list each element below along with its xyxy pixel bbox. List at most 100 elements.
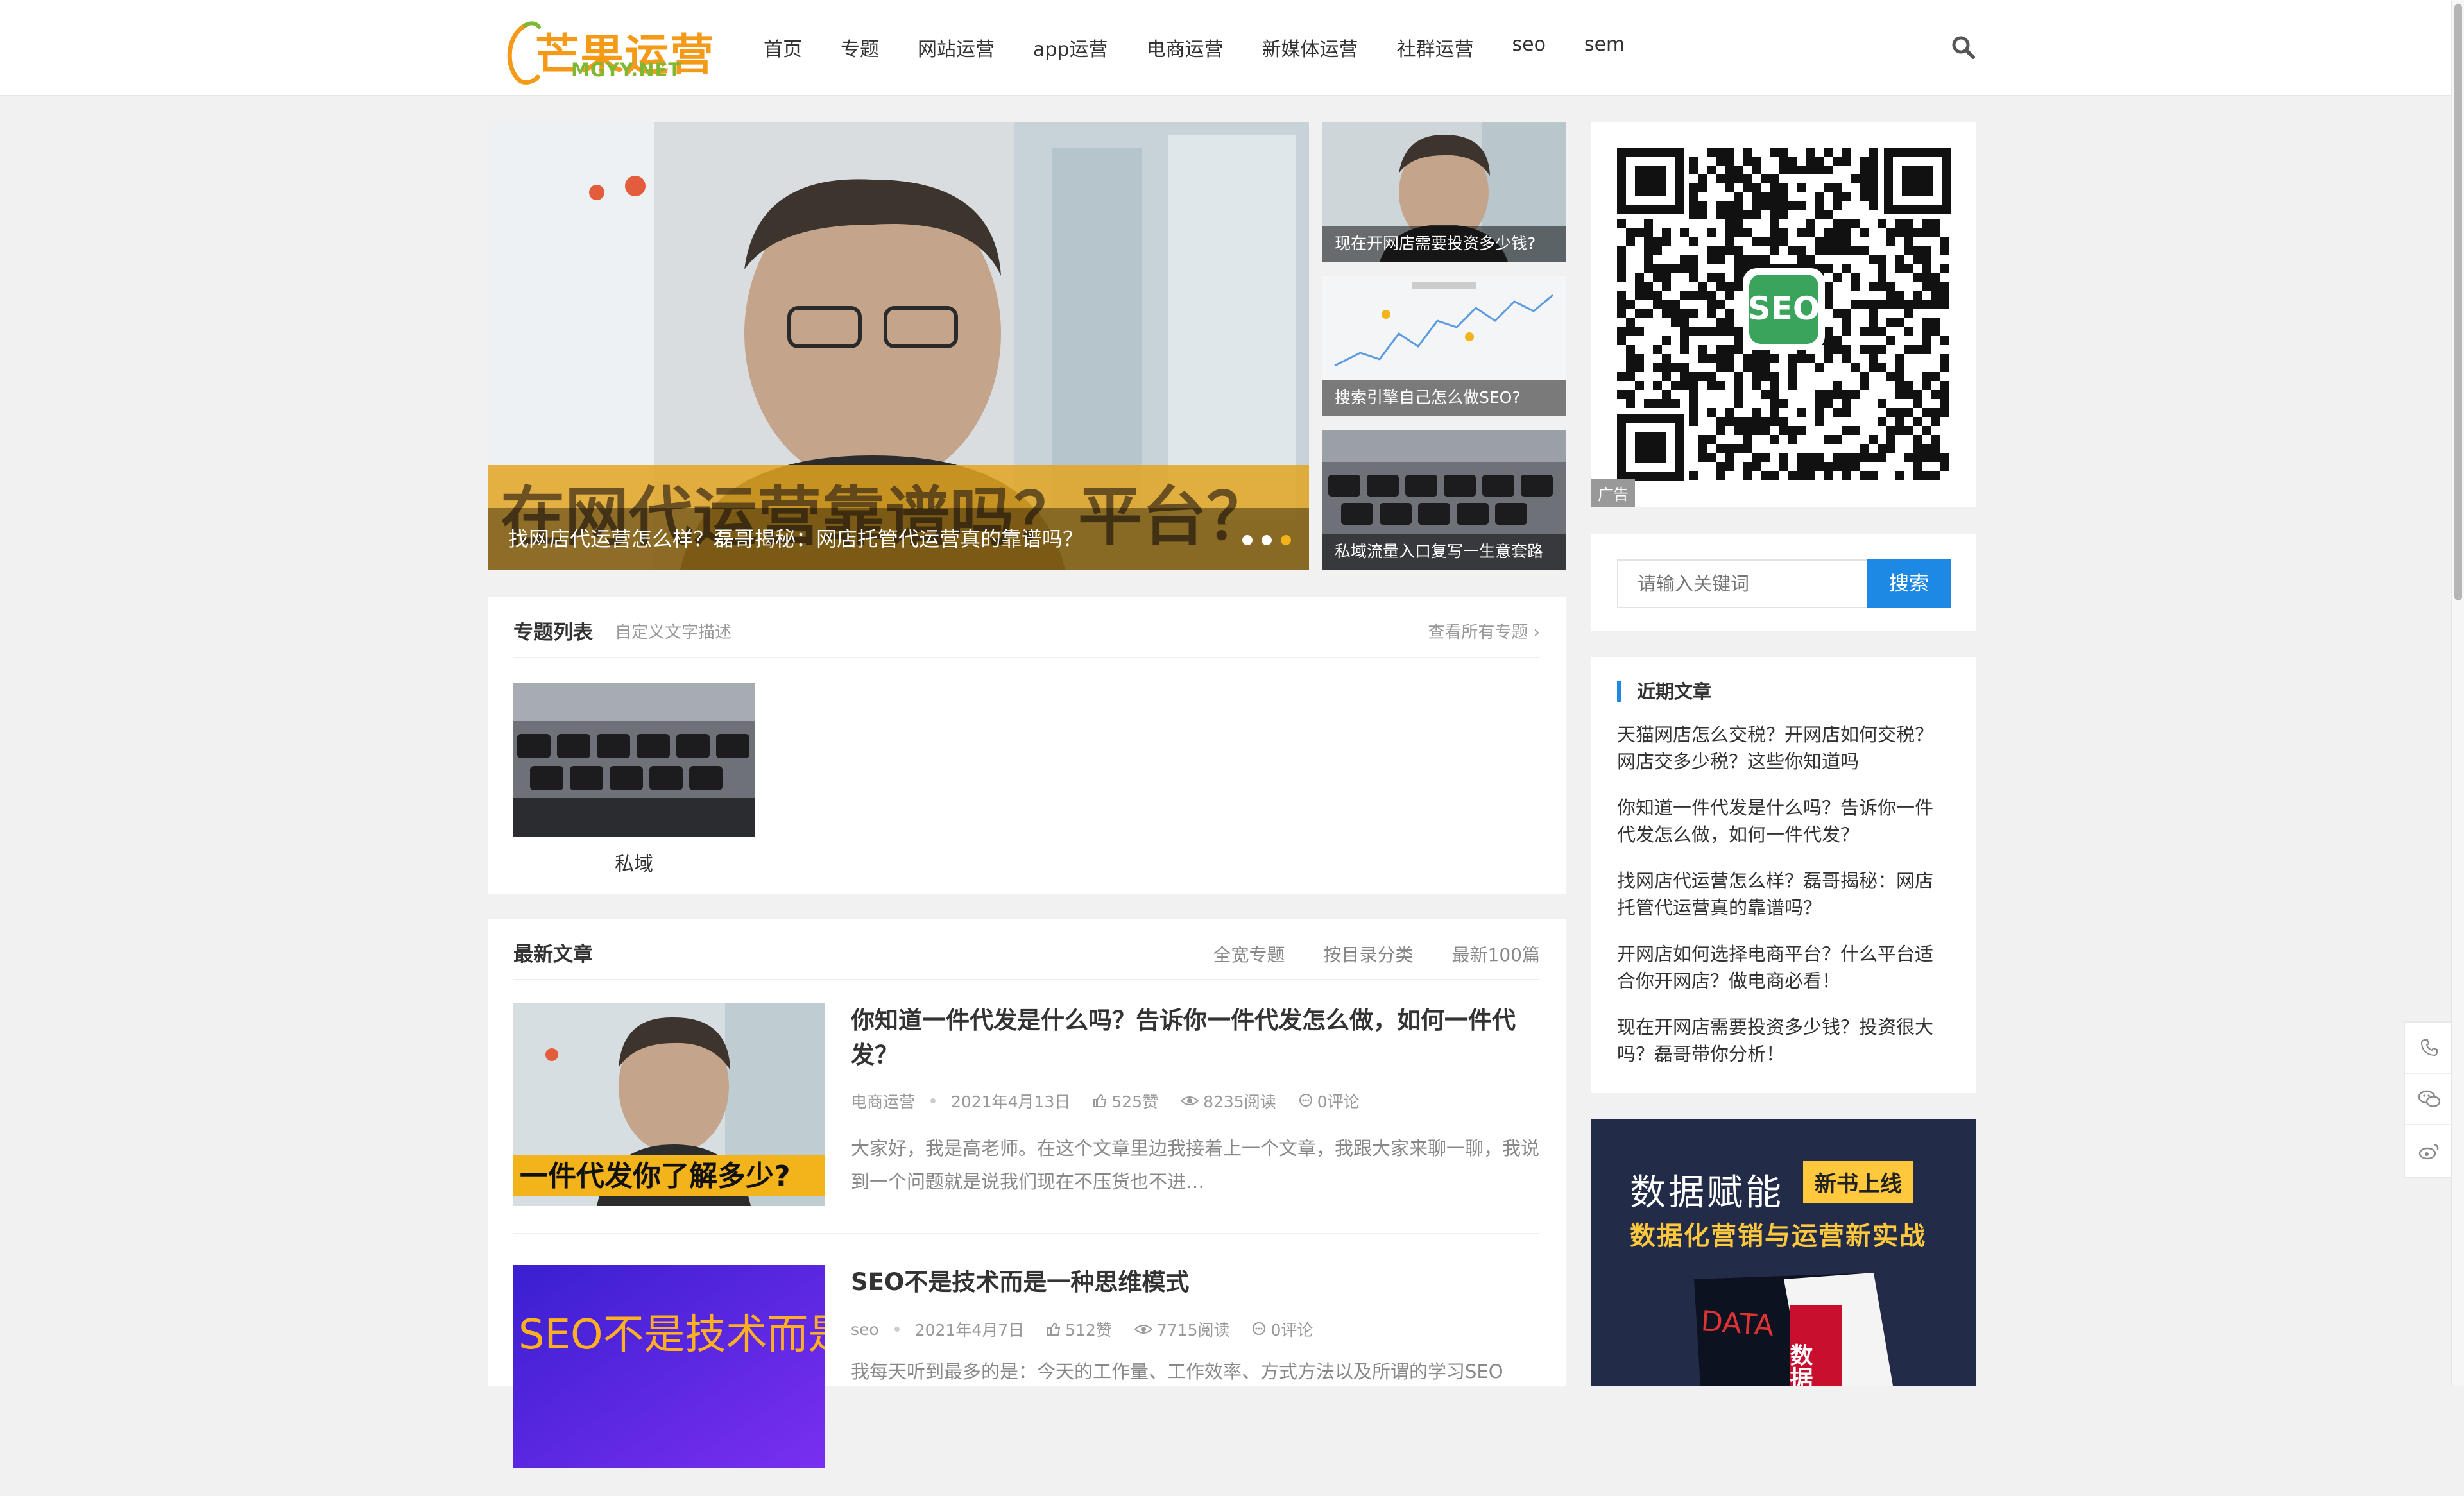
- site-header: 芒果运营 MGYY.NET 首页 专题 网站运营 app运营 电商运营 新媒体运…: [0, 0, 2451, 96]
- meta-separator: [930, 1098, 936, 1103]
- page-scrollbar[interactable]: [2451, 0, 2464, 1386]
- thumbs-up-icon: [1047, 1322, 1061, 1336]
- article-category[interactable]: 电商运营: [851, 1089, 915, 1112]
- article-image-text: 一件代发你了解多少?: [520, 1160, 791, 1193]
- article-thumbnail[interactable]: SEO不是技术而是一种思维模式: [513, 1265, 825, 1468]
- article-likes-count: 512赞: [1065, 1321, 1112, 1339]
- slider-dot-3[interactable]: [1281, 535, 1291, 545]
- topic-image: [513, 683, 755, 837]
- article-comments-count: 0评论: [1317, 1092, 1360, 1111]
- chevron-right-icon: ›: [1533, 623, 1540, 642]
- recent-post-link[interactable]: 天猫网店怎么交税？开网店如何交税？网店交多少税？这些你知道吗: [1617, 721, 1951, 775]
- nav-website-ops[interactable]: 网站运营: [918, 33, 995, 62]
- scrollbar-thumb[interactable]: [2454, 4, 2462, 600]
- article-likes: 512赞: [1046, 1318, 1112, 1341]
- eye-icon: [1134, 1325, 1153, 1334]
- article-comments[interactable]: 0评论: [1298, 1089, 1360, 1112]
- phone-button[interactable]: [2405, 1023, 2454, 1074]
- featured-thumb-3[interactable]: 私域流量入口复写一生意套路: [1322, 430, 1566, 570]
- latest-articles-panel: 最新文章 全宽专题 按目录分类 最新100篇 一件代发你了解多少? 你知道一件代…: [488, 919, 1566, 1496]
- topic-card[interactable]: 私域: [513, 683, 755, 876]
- recent-post-link[interactable]: 现在开网店需要投资多少钱？投资很大吗？磊哥带你分析！: [1617, 1014, 1951, 1067]
- search-button[interactable]: 搜索: [1867, 559, 1951, 608]
- slide-image: 在网代运营靠谱吗？平台？: [488, 122, 1309, 570]
- topics-title: 专题列表: [513, 621, 593, 644]
- nav-app-ops[interactable]: app运营: [1033, 33, 1108, 62]
- nav-home[interactable]: 首页: [764, 33, 802, 62]
- svg-text:DATA: DATA: [1700, 1305, 1775, 1343]
- wechat-icon: [2418, 1090, 2441, 1107]
- eye-icon: [1180, 1096, 1199, 1105]
- featured-thumb-2[interactable]: 搜索引擎自己怎么做SEO?: [1322, 276, 1566, 416]
- article-thumbnail[interactable]: 一件代发你了解多少?: [513, 1003, 825, 1206]
- nav-community-ops[interactable]: 社群运营: [1396, 33, 1473, 62]
- recent-posts-list: 天猫网店怎么交税？开网店如何交税？网店交多少税？这些你知道吗 你知道一件代发是什…: [1617, 721, 1951, 1087]
- view-all-topics-link[interactable]: 查看所有专题 ›: [1428, 619, 1540, 643]
- recent-post-link[interactable]: 你知道一件代发是什么吗？告诉你一件代发怎么做，如何一件代发？: [1617, 794, 1951, 848]
- thumbs-up-icon: [1093, 1094, 1107, 1107]
- thumb-caption: 现在开网店需要投资多少钱?: [1322, 226, 1566, 262]
- weibo-button[interactable]: [2405, 1125, 2454, 1177]
- article-meta: 电商运营 2021年4月13日 525赞 8235阅读 0评论: [851, 1089, 1382, 1112]
- article-excerpt: 大家好，我是高老师。在这个文章里边我接着上一个文章，我跟大家来聊一聊，我说到一个…: [851, 1137, 1540, 1193]
- article-views: 8235阅读: [1180, 1089, 1276, 1112]
- article-views-count: 7715阅读: [1156, 1321, 1230, 1339]
- article-likes: 525赞: [1092, 1089, 1158, 1112]
- book-cover-text: 数据: [1786, 1343, 1813, 1386]
- latest-tabs: 全宽专题 按目录分类 最新100篇: [1175, 941, 1540, 967]
- thumb-caption: 搜索引擎自己怎么做SEO?: [1322, 380, 1566, 416]
- site-logo[interactable]: 芒果运营 MGYY.NET: [502, 15, 714, 85]
- book-ad-banner[interactable]: 数据赋能 新书上线 数据化营销与运营新实战 DATA 数据: [1591, 1119, 1976, 1386]
- featured-thumb-1[interactable]: 现在开网店需要投资多少钱?: [1322, 122, 1566, 262]
- nav-sem[interactable]: sem: [1584, 33, 1625, 62]
- recent-posts-title: 近期文章: [1617, 681, 1711, 702]
- topic-name: 私域: [615, 853, 653, 876]
- topics-header: 专题列表 自定义文字描述 查看所有专题 ›: [513, 597, 1540, 658]
- article-views: 7715阅读: [1134, 1318, 1230, 1341]
- qr-code-image: SEO: [1591, 122, 1976, 507]
- article-date: 2021年4月7日: [914, 1321, 1025, 1339]
- book-cover-image: DATA 数据: [1694, 1273, 1893, 1386]
- article-category[interactable]: seo: [851, 1320, 879, 1339]
- latest-header: 最新文章 全宽专题 按目录分类 最新100篇: [513, 919, 1540, 980]
- slider-dot-1[interactable]: [1242, 535, 1253, 545]
- floating-toolbar: [2404, 1021, 2455, 1178]
- article-item: SEO不是技术而是一种思维模式 SEO不是技术而是一种思维模式 seo 2021…: [513, 1265, 1540, 1496]
- topics-desc: 自定义文字描述: [615, 623, 732, 642]
- logo-domain: MGYY.NET: [571, 59, 682, 81]
- featured-slider[interactable]: 在网代运营靠谱吗？平台？ 找网店代运营怎么样？磊哥揭秘：网店托管代运营真的靠谱吗…: [488, 122, 1309, 570]
- ad-label: 广告: [1591, 479, 1635, 507]
- search-input[interactable]: [1617, 559, 1869, 608]
- article-date: 2021年4月13日: [951, 1092, 1071, 1111]
- recent-post-link[interactable]: 找网店代运营怎么样？磊哥揭秘：网店托管代运营真的靠谱吗？: [1617, 867, 1951, 921]
- qr-code-ad[interactable]: SEO 广告: [1591, 122, 1976, 507]
- nav-topics[interactable]: 专题: [841, 33, 879, 62]
- nav-new-media-ops[interactable]: 新媒体运营: [1262, 33, 1358, 62]
- recent-posts-widget: 近期文章 天猫网店怎么交税？开网店如何交税？网店交多少税？这些你知道吗 你知道一…: [1591, 657, 1976, 1093]
- topics-panel: 专题列表 自定义文字描述 查看所有专题 › 私域: [488, 597, 1566, 894]
- comment-icon: [1299, 1094, 1312, 1107]
- comment-icon: [1253, 1322, 1266, 1335]
- slider-dot-2[interactable]: [1262, 535, 1272, 545]
- recent-post-link[interactable]: 开网店如何选择电商平台？什么平台适合你开网店？做电商必看！: [1617, 940, 1951, 994]
- article-comments-count: 0评论: [1270, 1321, 1313, 1339]
- article-title[interactable]: 你知道一件代发是什么吗？告诉你一件代发怎么做，如何一件代发？: [851, 1003, 1540, 1073]
- nav-seo[interactable]: seo: [1512, 33, 1545, 62]
- latest-title: 最新文章: [513, 943, 593, 966]
- tab-by-category[interactable]: 按目录分类: [1324, 941, 1414, 967]
- article-comments[interactable]: 0评论: [1251, 1318, 1313, 1341]
- wechat-button[interactable]: [2405, 1074, 2454, 1125]
- qr-seo-badge: SEO: [1748, 290, 1820, 327]
- tab-latest-100[interactable]: 最新100篇: [1452, 941, 1540, 967]
- article-item: 一件代发你了解多少? 你知道一件代发是什么吗？告诉你一件代发怎么做，如何一件代发…: [513, 1003, 1540, 1234]
- search-icon[interactable]: [1951, 35, 1976, 60]
- slide-caption[interactable]: 找网店代运营怎么样？磊哥揭秘：网店托管代运营真的靠谱吗？: [488, 508, 1309, 570]
- tab-full-width-topics[interactable]: 全宽专题: [1213, 941, 1285, 967]
- main-nav: 首页 专题 网站运营 app运营 电商运营 新媒体运营 社群运营 seo sem: [764, 33, 1663, 62]
- weibo-icon: [2418, 1143, 2439, 1160]
- nav-ecommerce-ops[interactable]: 电商运营: [1146, 33, 1223, 62]
- phone-icon: [2420, 1039, 2438, 1057]
- article-title[interactable]: SEO不是技术而是一种思维模式: [851, 1265, 1540, 1300]
- sidebar-search: 搜索: [1591, 534, 1976, 631]
- view-all-topics-label: 查看所有专题: [1428, 623, 1528, 642]
